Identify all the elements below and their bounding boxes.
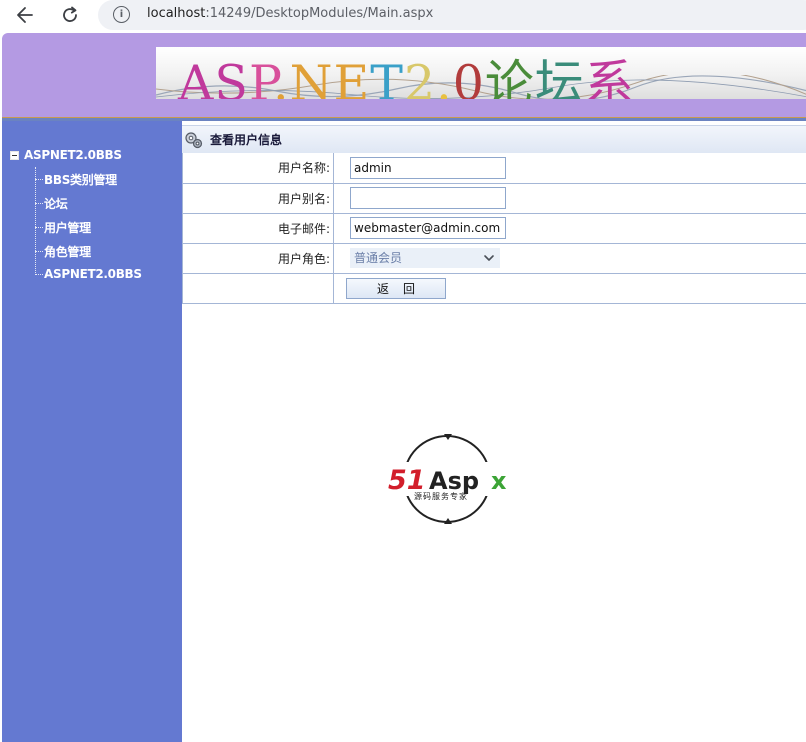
url-host: localhost: [147, 6, 206, 21]
form-row-alias: 用户别名:: [182, 183, 806, 214]
page: ASP.NET2.0论坛系 ASPNET2.0BBS BBS类别管理 论坛 用户…: [0, 31, 806, 742]
section-header: 查看用户信息: [182, 125, 806, 153]
chevron-down-icon: [484, 255, 494, 261]
return-button[interactable]: 返回: [346, 277, 446, 299]
sidebar-item-label[interactable]: BBS类别管理: [44, 171, 117, 188]
sidebar: ASPNET2.0BBS BBS类别管理 论坛 用户管理 角色管理 ASPNET…: [2, 121, 182, 742]
back-button[interactable]: [12, 3, 38, 27]
tree-root[interactable]: ASPNET2.0BBS: [10, 148, 122, 162]
svg-text:源码服务专家: 源码服务专家: [414, 491, 468, 501]
user-info-form: 用户名称: admin 用户别名: 电子邮件: webmaster@admin.…: [182, 153, 806, 304]
url-text[interactable]: localhost:14249/DesktopModules/Main.aspx: [147, 6, 433, 21]
alias-input[interactable]: [350, 187, 506, 209]
51aspx-logo: 51 Asp x 源码服务专家: [386, 432, 512, 527]
sidebar-item-bbs-category[interactable]: BBS类别管理: [35, 171, 117, 188]
sidebar-item-label[interactable]: 角色管理: [44, 243, 91, 260]
sidebar-item-aspnet-bbs[interactable]: ASPNET2.0BBS: [35, 267, 142, 281]
sidebar-item-user-management[interactable]: 用户管理: [35, 219, 91, 236]
sidebar-item-label[interactable]: 用户管理: [44, 219, 91, 236]
email-label: 电子邮件:: [182, 213, 334, 244]
username-label: 用户名称:: [182, 153, 334, 184]
section-title: 查看用户信息: [210, 133, 283, 147]
sidebar-item-label[interactable]: 论坛: [44, 195, 68, 212]
gears-icon: [185, 131, 203, 148]
tree-root-label[interactable]: ASPNET2.0BBS: [24, 148, 122, 162]
svg-text:Asp: Asp: [429, 467, 479, 495]
sidebar-item-forum[interactable]: 论坛: [35, 195, 68, 212]
reload-icon: [63, 6, 77, 22]
form-row-actions: 返回: [182, 273, 806, 304]
arrow-left-icon: [17, 7, 33, 23]
svg-text:x: x: [491, 467, 507, 495]
form-row-username: 用户名称: admin: [182, 153, 806, 184]
form-row-role: 用户角色: 普通会员: [182, 243, 806, 274]
alias-label: 用户别名:: [182, 183, 334, 214]
email-input[interactable]: webmaster@admin.com: [350, 217, 506, 239]
role-select[interactable]: 普通会员: [350, 248, 500, 268]
reload-button[interactable]: [57, 3, 83, 27]
url-path: :14249/DesktopModules/Main.aspx: [205, 6, 434, 21]
banner-title: ASP.NET2.0论坛系: [178, 55, 635, 99]
info-icon[interactable]: i: [113, 6, 130, 23]
role-label: 用户角色:: [182, 243, 334, 274]
sidebar-item-role-management[interactable]: 角色管理: [35, 243, 91, 260]
username-input[interactable]: admin: [350, 156, 506, 179]
form-row-email: 电子邮件: webmaster@admin.com: [182, 213, 806, 244]
banner-image: ASP.NET2.0论坛系: [156, 47, 806, 99]
header: ASP.NET2.0论坛系: [2, 33, 806, 117]
address-bar[interactable]: i localhost:14249/DesktopModules/Main.as…: [98, 0, 806, 30]
collapse-icon[interactable]: [10, 150, 19, 160]
browser-toolbar: i localhost:14249/DesktopModules/Main.as…: [0, 0, 806, 31]
role-select-value: 普通会员: [354, 251, 403, 265]
sidebar-item-label[interactable]: ASPNET2.0BBS: [44, 267, 142, 281]
